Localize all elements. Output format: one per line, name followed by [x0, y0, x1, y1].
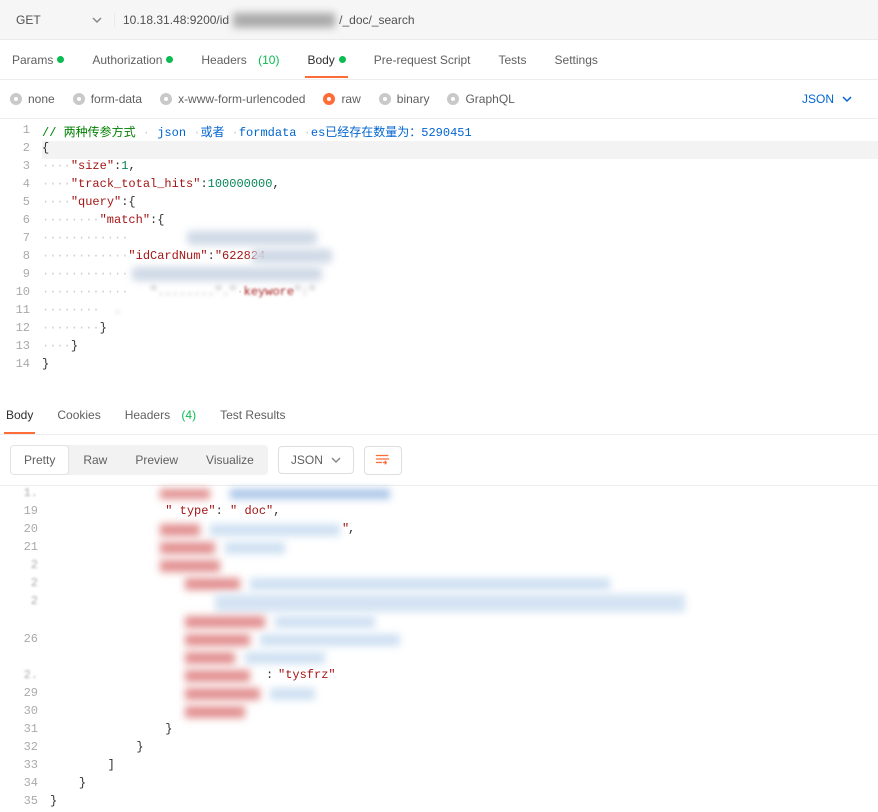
url-input[interactable]: 10.18.31.48:9200/id ████████████ /_doc/_… — [115, 13, 878, 27]
bodytype-formdata[interactable]: form-data — [73, 92, 142, 106]
wrap-icon — [375, 453, 391, 465]
response-tab-testresults[interactable]: Test Results — [218, 408, 287, 422]
bodytype-binary[interactable]: binary — [379, 92, 430, 106]
view-visualize[interactable]: Visualize — [192, 445, 268, 475]
view-mode-segmented: Pretty Raw Preview Visualize — [10, 445, 268, 475]
status-dot — [57, 56, 64, 63]
status-dot — [339, 56, 346, 63]
view-pretty[interactable]: Pretty — [10, 445, 69, 475]
response-tab-body[interactable]: Body — [4, 408, 35, 422]
response-body-viewer[interactable]: 1. 19 " type": " doc", 20", 21 2 2 2 26 … — [0, 485, 878, 812]
tab-headers[interactable]: Headers (10) — [199, 53, 281, 67]
tab-tests[interactable]: Tests — [497, 53, 529, 67]
url-redacted: ████████████ — [233, 13, 335, 27]
view-preview[interactable]: Preview — [121, 445, 192, 475]
request-body-editor[interactable]: 1// 两种传参方式 · json ·或者 ·formdata ·es已经存在数… — [0, 118, 878, 375]
tab-prerequest[interactable]: Pre-request Script — [372, 53, 473, 67]
tab-body[interactable]: Body — [305, 53, 347, 67]
bodytype-none[interactable]: none — [10, 92, 55, 106]
bodytype-raw[interactable]: raw — [323, 92, 360, 106]
body-language-select[interactable]: JSON — [802, 92, 868, 106]
radio-icon — [447, 93, 459, 105]
radio-icon — [323, 93, 335, 105]
bodytype-graphql[interactable]: GraphQL — [447, 92, 514, 106]
view-raw[interactable]: Raw — [69, 445, 121, 475]
radio-icon — [160, 93, 172, 105]
wrap-lines-button[interactable] — [364, 446, 402, 475]
http-method-label: GET — [16, 13, 41, 27]
radio-icon — [73, 93, 85, 105]
http-method-select[interactable]: GET — [0, 13, 115, 27]
status-dot — [166, 56, 173, 63]
tab-authorization[interactable]: Authorization — [90, 53, 175, 67]
tab-settings[interactable]: Settings — [553, 53, 600, 67]
url-suffix: /_doc/_search — [339, 13, 414, 27]
url-host-path: 10.18.31.48:9200/id — [123, 13, 229, 27]
response-language-select[interactable]: JSON — [278, 446, 354, 474]
chevron-down-icon — [842, 94, 852, 104]
response-tab-cookies[interactable]: Cookies — [55, 408, 102, 422]
radio-icon — [10, 93, 22, 105]
chevron-down-icon — [331, 455, 341, 465]
chevron-down-icon — [92, 15, 102, 25]
response-tab-headers[interactable]: Headers (4) — [123, 408, 198, 422]
tab-params[interactable]: Params — [10, 53, 66, 67]
radio-icon — [379, 93, 391, 105]
bodytype-urlencoded[interactable]: x-www-form-urlencoded — [160, 92, 305, 106]
